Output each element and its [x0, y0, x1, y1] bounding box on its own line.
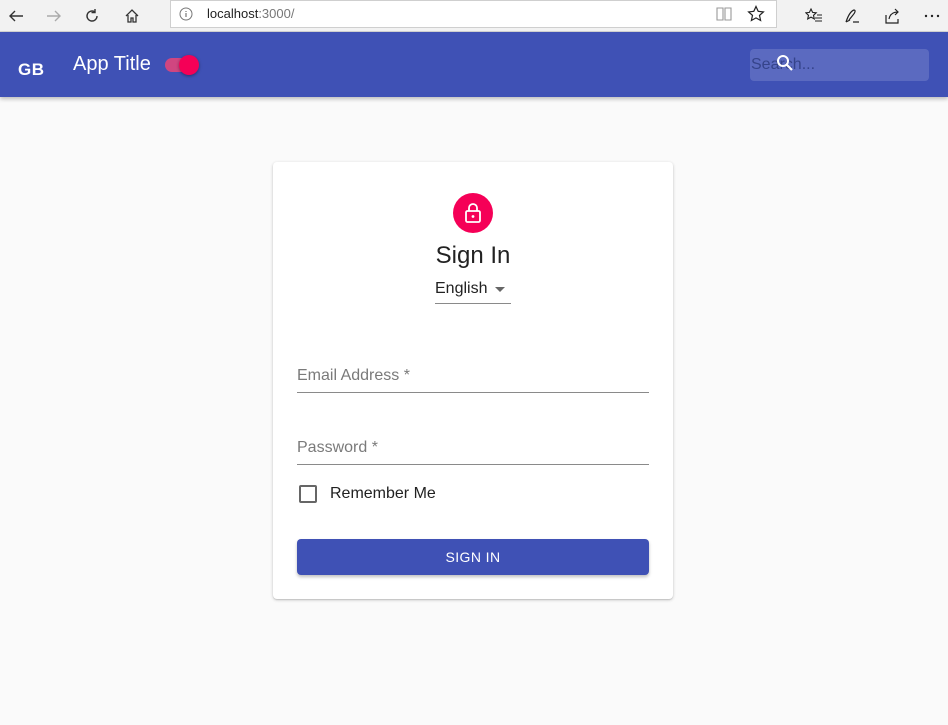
- app-logo[interactable]: GB: [18, 60, 45, 80]
- theme-toggle-switch[interactable]: [164, 55, 200, 75]
- refresh-icon: [86, 9, 98, 22]
- dropdown-arrow-icon: [495, 287, 505, 292]
- password-input[interactable]: [297, 431, 653, 466]
- info-icon: [179, 7, 193, 21]
- favorites-list-button[interactable]: [800, 2, 828, 30]
- home-button[interactable]: [116, 0, 148, 32]
- more-icon: [924, 14, 940, 18]
- favorite-star-icon[interactable]: [747, 5, 765, 23]
- lock-avatar: [453, 193, 493, 233]
- switch-thumb: [179, 55, 199, 75]
- url-port-path: :3000/: [258, 6, 295, 21]
- app-title: App Title: [73, 53, 151, 75]
- email-field[interactable]: Email Address *: [297, 359, 653, 394]
- signin-card: Sign In English Email Address * Password…: [273, 162, 673, 599]
- back-icon: [9, 10, 23, 22]
- url-text: localhost:3000/: [207, 6, 294, 21]
- browser-toolbar: localhost:3000/: [0, 0, 948, 32]
- language-select[interactable]: English: [435, 278, 511, 304]
- forward-button[interactable]: [38, 0, 70, 32]
- search-box: [750, 49, 929, 81]
- search-icon: [777, 55, 793, 71]
- notes-button[interactable]: [838, 2, 866, 30]
- back-button[interactable]: [0, 0, 32, 32]
- share-button[interactable]: [878, 2, 906, 30]
- signin-title: Sign In: [435, 242, 511, 269]
- language-value: English: [435, 280, 488, 297]
- signin-button[interactable]: SIGN IN: [297, 539, 649, 575]
- remember-me-option[interactable]: Remember Me: [297, 482, 436, 506]
- url-host: localhost: [207, 6, 259, 21]
- email-input[interactable]: [297, 359, 653, 394]
- app-bar: GB App Title: [0, 32, 948, 97]
- share-icon: [885, 8, 899, 24]
- password-field[interactable]: Password *: [297, 431, 653, 466]
- remember-me-checkbox[interactable]: [299, 485, 317, 503]
- address-bar[interactable]: localhost:3000/: [170, 0, 777, 28]
- more-button[interactable]: [918, 2, 946, 30]
- lock-icon: [465, 203, 481, 223]
- home-icon: [125, 9, 139, 23]
- reading-view-icon[interactable]: [715, 6, 733, 22]
- refresh-button[interactable]: [76, 0, 108, 32]
- pen-icon: [845, 9, 859, 23]
- remember-me-label: Remember Me: [330, 485, 436, 502]
- forward-icon: [47, 10, 61, 22]
- favorites-list-icon: [805, 7, 822, 22]
